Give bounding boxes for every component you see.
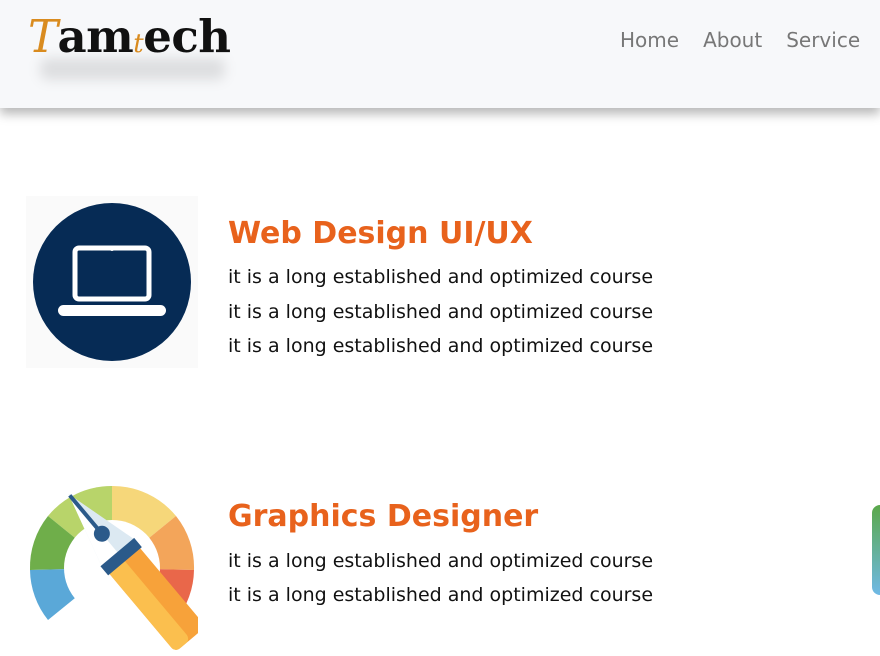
site-header: Tamtech Home About Service — [0, 0, 880, 108]
course-description-line: it is a long established and optimized c… — [228, 550, 654, 572]
course-icon-container — [26, 196, 198, 368]
logo-text-ech: ech — [143, 10, 231, 63]
logo-letter-t-small: t — [133, 29, 144, 59]
course-description-line: it is a long established and optimized c… — [228, 584, 654, 606]
site-logo[interactable]: Tamtech — [28, 10, 231, 63]
laptop-icon — [33, 203, 191, 361]
main-nav: Home About Service — [620, 28, 860, 52]
logo-text-am: am — [57, 10, 134, 63]
course-description-line: it is a long established and optimized c… — [228, 301, 654, 323]
logo-letter-t: T — [28, 10, 58, 63]
nav-link-home[interactable]: Home — [620, 28, 679, 52]
pen-tool-icon — [29, 485, 204, 650]
next-card-edge — [872, 505, 880, 595]
nav-link-service[interactable]: Service — [786, 28, 860, 52]
course-title: Graphics Designer — [228, 499, 539, 534]
course-icon-container — [26, 480, 204, 652]
course-description-line: it is a long established and optimized c… — [228, 335, 654, 357]
nav-link-about[interactable]: About — [703, 28, 762, 52]
course-title: Web Design UI/UX — [228, 216, 533, 251]
course-description-line: it is a long established and optimized c… — [228, 266, 654, 288]
